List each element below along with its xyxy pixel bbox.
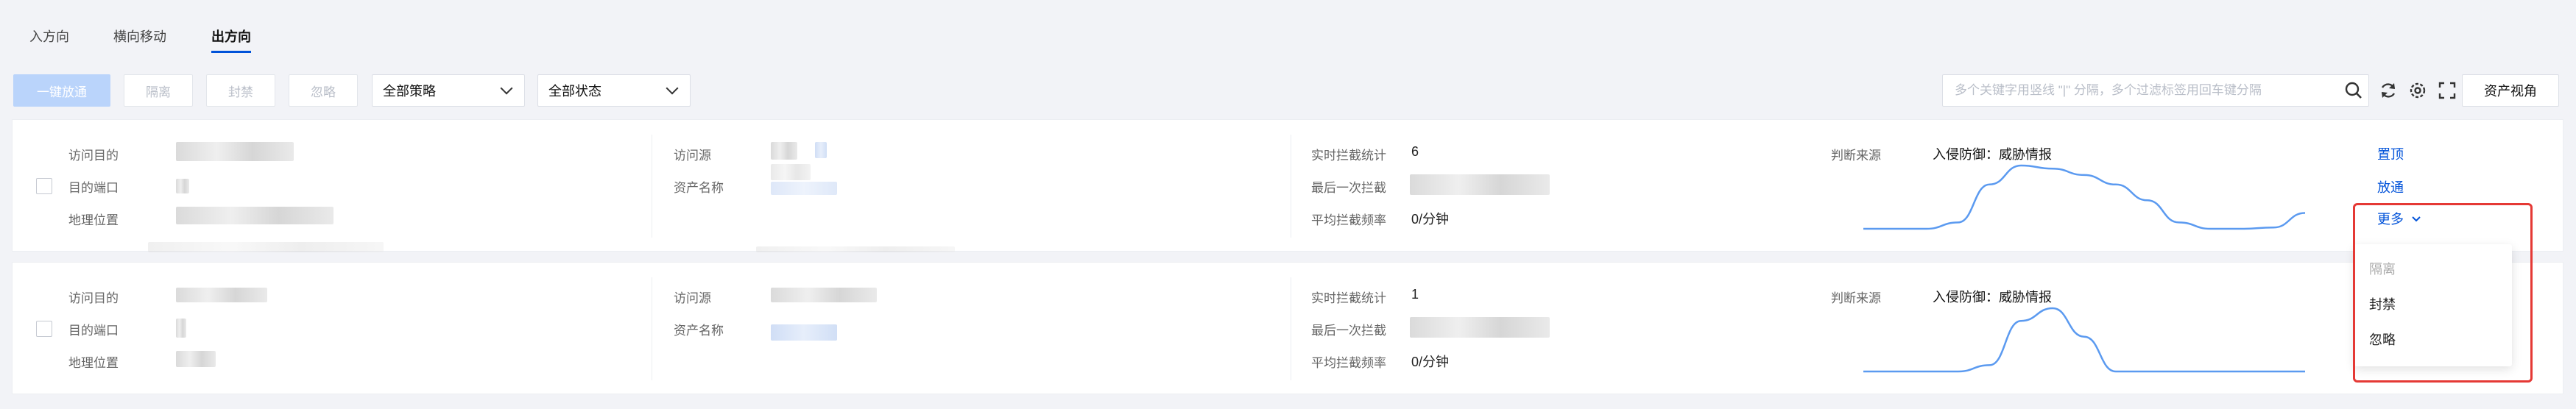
settings-icon[interactable] (2407, 79, 2429, 102)
visit-source-label: 访问源 (674, 149, 711, 163)
avg-rate-value: 0/分钟 (1411, 212, 1450, 227)
redacted-visit-target (176, 288, 267, 302)
realtime-stats-label: 实时拦截统计 (1311, 291, 1386, 305)
realtime-stats-label: 实时拦截统计 (1311, 149, 1386, 163)
ignore-button[interactable]: 忽略 (289, 74, 358, 107)
geo-location-label: 地理位置 (68, 213, 119, 227)
refresh-icon[interactable] (2377, 79, 2399, 102)
tab-inbound[interactable]: 入方向 (29, 26, 69, 49)
geo-location-label: 地理位置 (68, 356, 119, 370)
release-link[interactable]: 放通 (2377, 177, 2404, 196)
search-input[interactable] (1955, 83, 2323, 98)
target-port-label: 目的端口 (68, 324, 119, 338)
policy-select-value: 全部策略 (383, 84, 436, 99)
fullscreen-icon[interactable] (2436, 79, 2458, 102)
tab-outbound[interactable]: 出方向 (211, 26, 251, 53)
target-port-label: 目的端口 (68, 181, 119, 195)
realtime-count: 1 (1411, 287, 1419, 302)
avg-rate-label: 平均拦截频率 (1311, 213, 1386, 227)
asset-view-button[interactable]: 资产视角 (2462, 74, 2559, 107)
redacted-source (771, 288, 877, 302)
chevron-down-icon (666, 82, 679, 95)
block-trend-sparkline (1863, 307, 2305, 373)
asset-name-label: 资产名称 (674, 324, 724, 338)
isolate-button[interactable]: 隔离 (124, 74, 193, 107)
redacted-last-block (1410, 317, 1550, 338)
row-checkbox[interactable] (36, 321, 52, 337)
search-icon[interactable] (2343, 79, 2365, 102)
redacted-source-2 (771, 164, 811, 180)
block-trend-sparkline (1863, 164, 2306, 230)
redacted-asset-name (771, 324, 837, 341)
release-all-button[interactable]: 一键放通 (13, 74, 110, 107)
last-block-label: 最后一次拦截 (1311, 181, 1386, 195)
sparkline-path (1863, 164, 2306, 230)
realtime-count: 6 (1411, 144, 1419, 159)
redacted-location (176, 351, 216, 367)
redacted-asset-name (771, 182, 837, 195)
visit-target-label: 访问目的 (68, 149, 119, 163)
redacted-extra (756, 246, 955, 252)
alert-card: 访问目的 目的端口 地理位置 访问源 资产名称 实时拦截统计 最后一次拦截 平均… (12, 262, 2563, 394)
policy-select[interactable]: 全部策略 (372, 74, 525, 107)
redacted-port (176, 319, 186, 338)
status-select-value: 全部状态 (548, 84, 601, 99)
redacted-source (771, 142, 797, 160)
redacted-visit-target (176, 142, 294, 161)
asset-name-label: 资产名称 (674, 181, 724, 195)
redacted-source-tag (815, 142, 827, 158)
last-block-label: 最后一次拦截 (1311, 324, 1386, 338)
direction-tabs: 入方向 横向移动 出方向 (0, 0, 2576, 53)
search-box (1942, 74, 2369, 107)
block-button[interactable]: 封禁 (206, 74, 275, 107)
avg-rate-value: 0/分钟 (1411, 355, 1450, 369)
alert-card: 访问目的 目的端口 地理位置 访问源 资产名称 实时拦截统计 最后一次拦截 平均… (12, 119, 2563, 252)
tab-lateral[interactable]: 横向移动 (113, 26, 166, 49)
chevron-down-icon (500, 82, 513, 95)
redacted-port (176, 179, 189, 193)
redacted-location (176, 207, 334, 224)
redacted-extra (148, 242, 384, 252)
redacted-last-block (1410, 174, 1550, 195)
sparkline-path (1863, 307, 2305, 373)
row-checkbox[interactable] (36, 178, 52, 194)
avg-rate-label: 平均拦截频率 (1311, 356, 1386, 370)
visit-source-label: 访问源 (674, 291, 711, 305)
visit-target-label: 访问目的 (68, 291, 119, 305)
status-select[interactable]: 全部状态 (537, 74, 691, 107)
highlight-annotation (2353, 203, 2533, 383)
pin-top-link[interactable]: 置顶 (2377, 144, 2404, 163)
